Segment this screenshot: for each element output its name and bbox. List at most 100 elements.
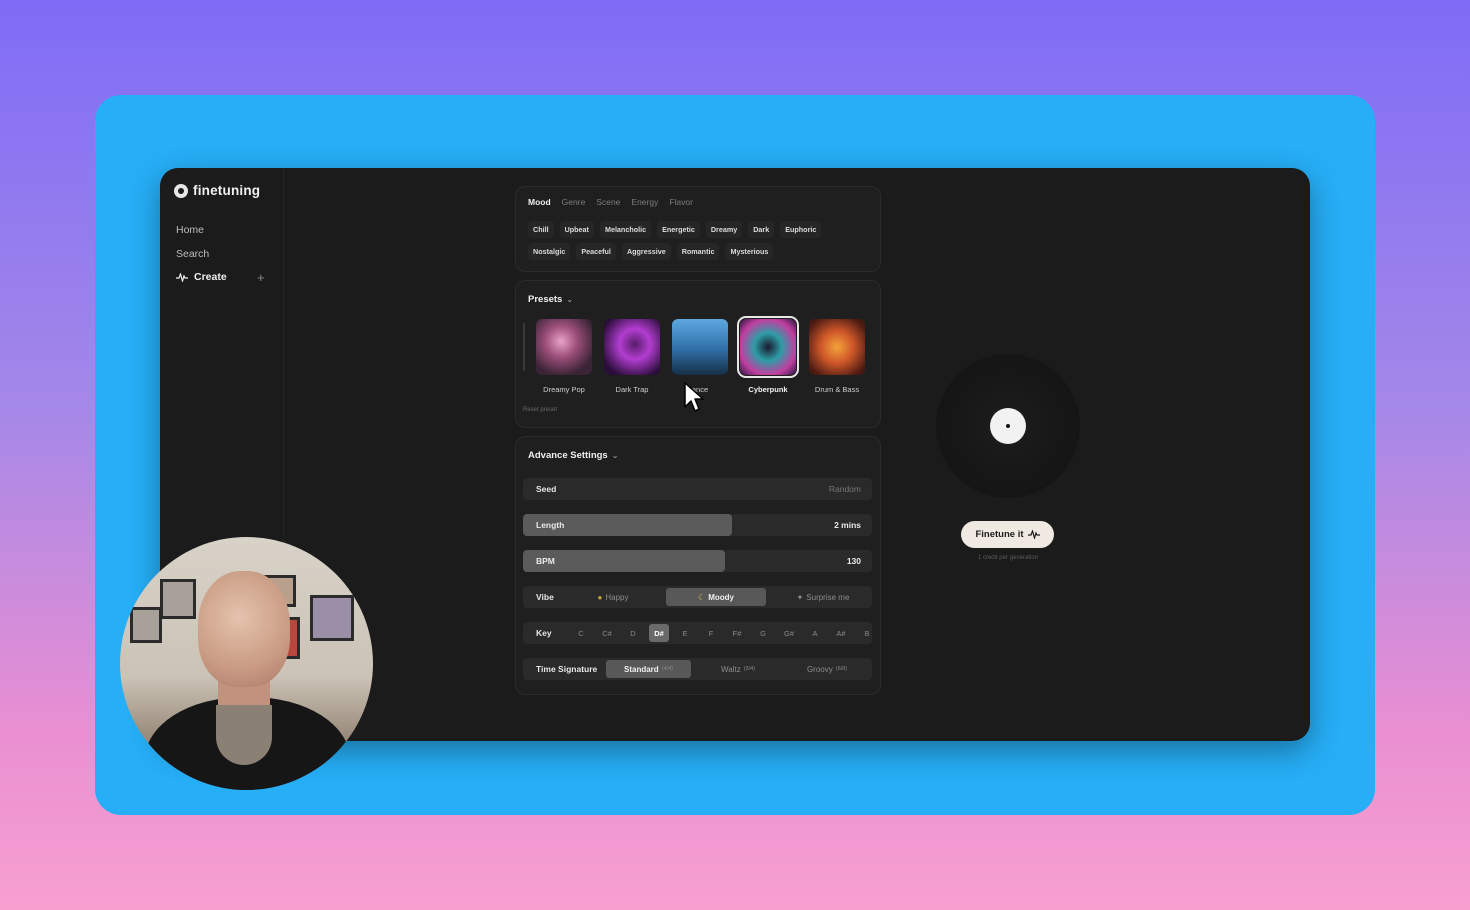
length-value: 2 mins xyxy=(834,520,861,530)
time-signature-label: Time Signature xyxy=(536,664,598,674)
tab-scene[interactable]: Scene xyxy=(596,197,620,207)
mouse-cursor-icon xyxy=(684,382,704,412)
app-name: finetuning xyxy=(193,183,261,198)
time-sig-standard[interactable]: Standard (4/4) xyxy=(606,660,691,678)
preset-label: Cyberpunk xyxy=(748,385,788,394)
time-signature-selector: Time Signature Standard (4/4) Waltz (3/4… xyxy=(523,658,872,680)
vibe-option-label: Surprise me xyxy=(806,592,850,602)
key-g[interactable]: G xyxy=(753,624,773,642)
mood-chips-row-1: Chill Upbeat Melancholic Energetic Dream… xyxy=(528,221,822,238)
presets-title: Presets xyxy=(528,294,563,305)
vinyl-hole xyxy=(1006,424,1010,428)
time-sig-name: Waltz xyxy=(720,664,741,674)
seed-field[interactable]: Seed Random xyxy=(523,478,872,500)
chip-energetic[interactable]: Energetic xyxy=(657,221,700,238)
key-b[interactable]: B xyxy=(857,624,872,642)
seed-label: Seed xyxy=(536,484,557,494)
preset-dark-trap[interactable]: Dark Trap xyxy=(602,319,662,394)
key-options: C C# D D# E F F# G G# A A# B xyxy=(571,624,872,642)
key-a-sharp[interactable]: A# xyxy=(831,624,851,642)
seed-value: Random xyxy=(828,484,861,494)
vibe-option-label: Moody xyxy=(708,592,734,602)
chip-peaceful[interactable]: Peaceful xyxy=(576,243,616,260)
wall-picture xyxy=(160,579,196,619)
nav-create[interactable]: Create xyxy=(176,271,227,283)
nav-search[interactable]: Search xyxy=(176,248,209,260)
preset-image xyxy=(737,316,799,378)
vibe-option-moody[interactable]: ☾ Moody xyxy=(666,588,766,606)
vibe-selector: Vibe ● Happy ☾ Moody ✦ Surprise me xyxy=(523,586,872,608)
tab-flavor[interactable]: Flavor xyxy=(669,197,693,207)
chip-chill[interactable]: Chill xyxy=(528,221,554,238)
time-sig-value: (4/4) xyxy=(661,666,673,672)
preset-image xyxy=(672,319,728,375)
tab-mood[interactable]: Mood xyxy=(528,197,551,207)
wall-picture xyxy=(310,595,354,641)
category-tabs: Mood Genre Scene Energy Flavor xyxy=(528,197,693,207)
key-c-sharp[interactable]: C# xyxy=(597,624,617,642)
chip-mysterious[interactable]: Mysterious xyxy=(725,243,774,260)
logo[interactable]: finetuning xyxy=(174,183,260,198)
preset-label: Dreamy Pop xyxy=(543,385,585,394)
chip-melancholic[interactable]: Melancholic xyxy=(599,221,652,238)
nav-home[interactable]: Home xyxy=(176,224,204,236)
finetune-it-label: Finetune it xyxy=(975,529,1024,540)
finetune-it-button[interactable]: Finetune it xyxy=(961,521,1054,548)
mood-panel: Mood Genre Scene Energy Flavor Chill Upb… xyxy=(515,186,881,272)
chip-nostalgic[interactable]: Nostalgic xyxy=(528,243,571,260)
key-f-sharp[interactable]: F# xyxy=(727,624,747,642)
chip-dark[interactable]: Dark xyxy=(748,221,775,238)
time-sig-name: Groovy xyxy=(806,664,833,674)
preset-image xyxy=(536,319,592,375)
key-label: Key xyxy=(536,628,552,638)
waveform-icon xyxy=(1027,530,1040,539)
advanced-settings-toggle[interactable]: Advance Settings ⌄ xyxy=(528,450,618,461)
chip-aggressive[interactable]: Aggressive xyxy=(621,243,671,260)
vibe-option-surprise[interactable]: ✦ Surprise me xyxy=(781,588,865,606)
key-d-sharp[interactable]: D# xyxy=(649,624,669,642)
wall-picture xyxy=(130,607,162,643)
mood-chips-row-2: Nostalgic Peaceful Aggressive Romantic M… xyxy=(528,243,774,260)
add-create-icon[interactable]: + xyxy=(257,270,265,285)
key-e[interactable]: E xyxy=(675,624,695,642)
sun-icon: ● xyxy=(597,592,603,602)
chip-euphoric[interactable]: Euphoric xyxy=(780,221,822,238)
key-c[interactable]: C xyxy=(571,624,591,642)
waveform-icon xyxy=(176,272,188,282)
moon-icon: ☾ xyxy=(698,592,706,602)
preset-drum-and-bass[interactable]: Drum & Bass xyxy=(807,319,867,394)
bpm-slider[interactable]: BPM 130 xyxy=(523,550,872,572)
preset-label: Dark Trap xyxy=(615,385,649,394)
preset-scroll-edge xyxy=(523,323,525,371)
length-slider[interactable]: Length 2 mins xyxy=(523,514,872,536)
vinyl-label xyxy=(990,408,1026,444)
key-f[interactable]: F xyxy=(701,624,721,642)
time-sig-groovy[interactable]: Groovy (6/8) xyxy=(789,660,865,678)
time-sig-name: Standard xyxy=(624,664,659,674)
length-label: Length xyxy=(536,520,565,530)
time-sig-value: (6/8) xyxy=(835,666,848,672)
vinyl-record xyxy=(936,354,1080,498)
preset-cyberpunk[interactable]: Cyberpunk xyxy=(737,316,799,394)
advanced-settings-title: Advance Settings xyxy=(528,450,608,461)
chip-romantic[interactable]: Romantic xyxy=(676,243,720,260)
time-sig-value: (3/4) xyxy=(743,666,755,672)
time-sig-waltz[interactable]: Waltz (3/4) xyxy=(703,660,773,678)
vibe-label: Vibe xyxy=(536,592,554,602)
key-selector: Key C C# D D# E F F# G G# A A# B xyxy=(523,622,872,644)
chip-dreamy[interactable]: Dreamy xyxy=(705,221,743,238)
presets-toggle[interactable]: Presets ⌄ xyxy=(528,294,573,305)
vibe-option-happy[interactable]: ● Happy xyxy=(583,588,643,606)
tab-genre[interactable]: Genre xyxy=(562,197,586,207)
key-d[interactable]: D xyxy=(623,624,643,642)
nav-create-label: Create xyxy=(194,271,227,283)
reset-preset-link[interactable]: Reset preset xyxy=(523,407,557,413)
tab-energy[interactable]: Energy xyxy=(631,197,658,207)
key-g-sharp[interactable]: G# xyxy=(779,624,799,642)
chevron-down-icon: ⌄ xyxy=(611,451,619,460)
bpm-value: 130 xyxy=(846,556,861,566)
key-a[interactable]: A xyxy=(805,624,825,642)
chip-upbeat[interactable]: Upbeat xyxy=(559,221,594,238)
bpm-label: BPM xyxy=(536,556,555,566)
preset-dreamy-pop[interactable]: Dreamy Pop xyxy=(534,319,594,394)
